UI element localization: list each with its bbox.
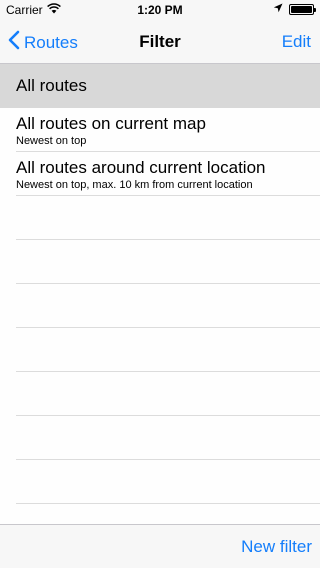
list-item-title: All routes around current location [16,158,266,177]
edit-button[interactable]: Edit [282,32,311,52]
empty-row [16,372,320,416]
status-time: 1:20 PM [137,3,183,17]
empty-row [16,196,320,240]
battery-icon [289,3,316,15]
back-button-label: Routes [24,32,78,52]
location-arrow-icon [273,2,283,16]
list-item-title: All routes on current map [16,114,206,133]
list-item-title: All routes [16,76,87,95]
list-item-subtitle: Newest on top, max. 10 km from current l… [16,179,253,191]
empty-row [16,284,320,328]
screen: Carrier 1:20 PM Routes Filter Edit All r… [0,0,320,568]
empty-row [16,328,320,372]
new-filter-button[interactable]: New filter [241,537,312,557]
list-item-routes-around-location[interactable]: All routes around current location Newes… [16,152,320,196]
empty-row [16,416,320,460]
status-right [273,2,316,16]
navigation-bar: Routes Filter Edit [0,20,320,64]
chevron-left-icon [8,30,20,55]
filter-list: All routes All routes on current map New… [0,64,320,504]
list-item-all-routes[interactable]: All routes [0,64,320,108]
empty-row [16,240,320,284]
empty-row [16,460,320,504]
back-button[interactable]: Routes [8,30,78,55]
list-item-routes-on-map[interactable]: All routes on current map Newest on top [16,108,320,152]
status-bar: Carrier 1:20 PM [0,0,320,20]
top-bar: Carrier 1:20 PM Routes Filter Edit [0,0,320,64]
list-item-subtitle: Newest on top [16,135,87,147]
bottom-toolbar: New filter [0,524,320,568]
